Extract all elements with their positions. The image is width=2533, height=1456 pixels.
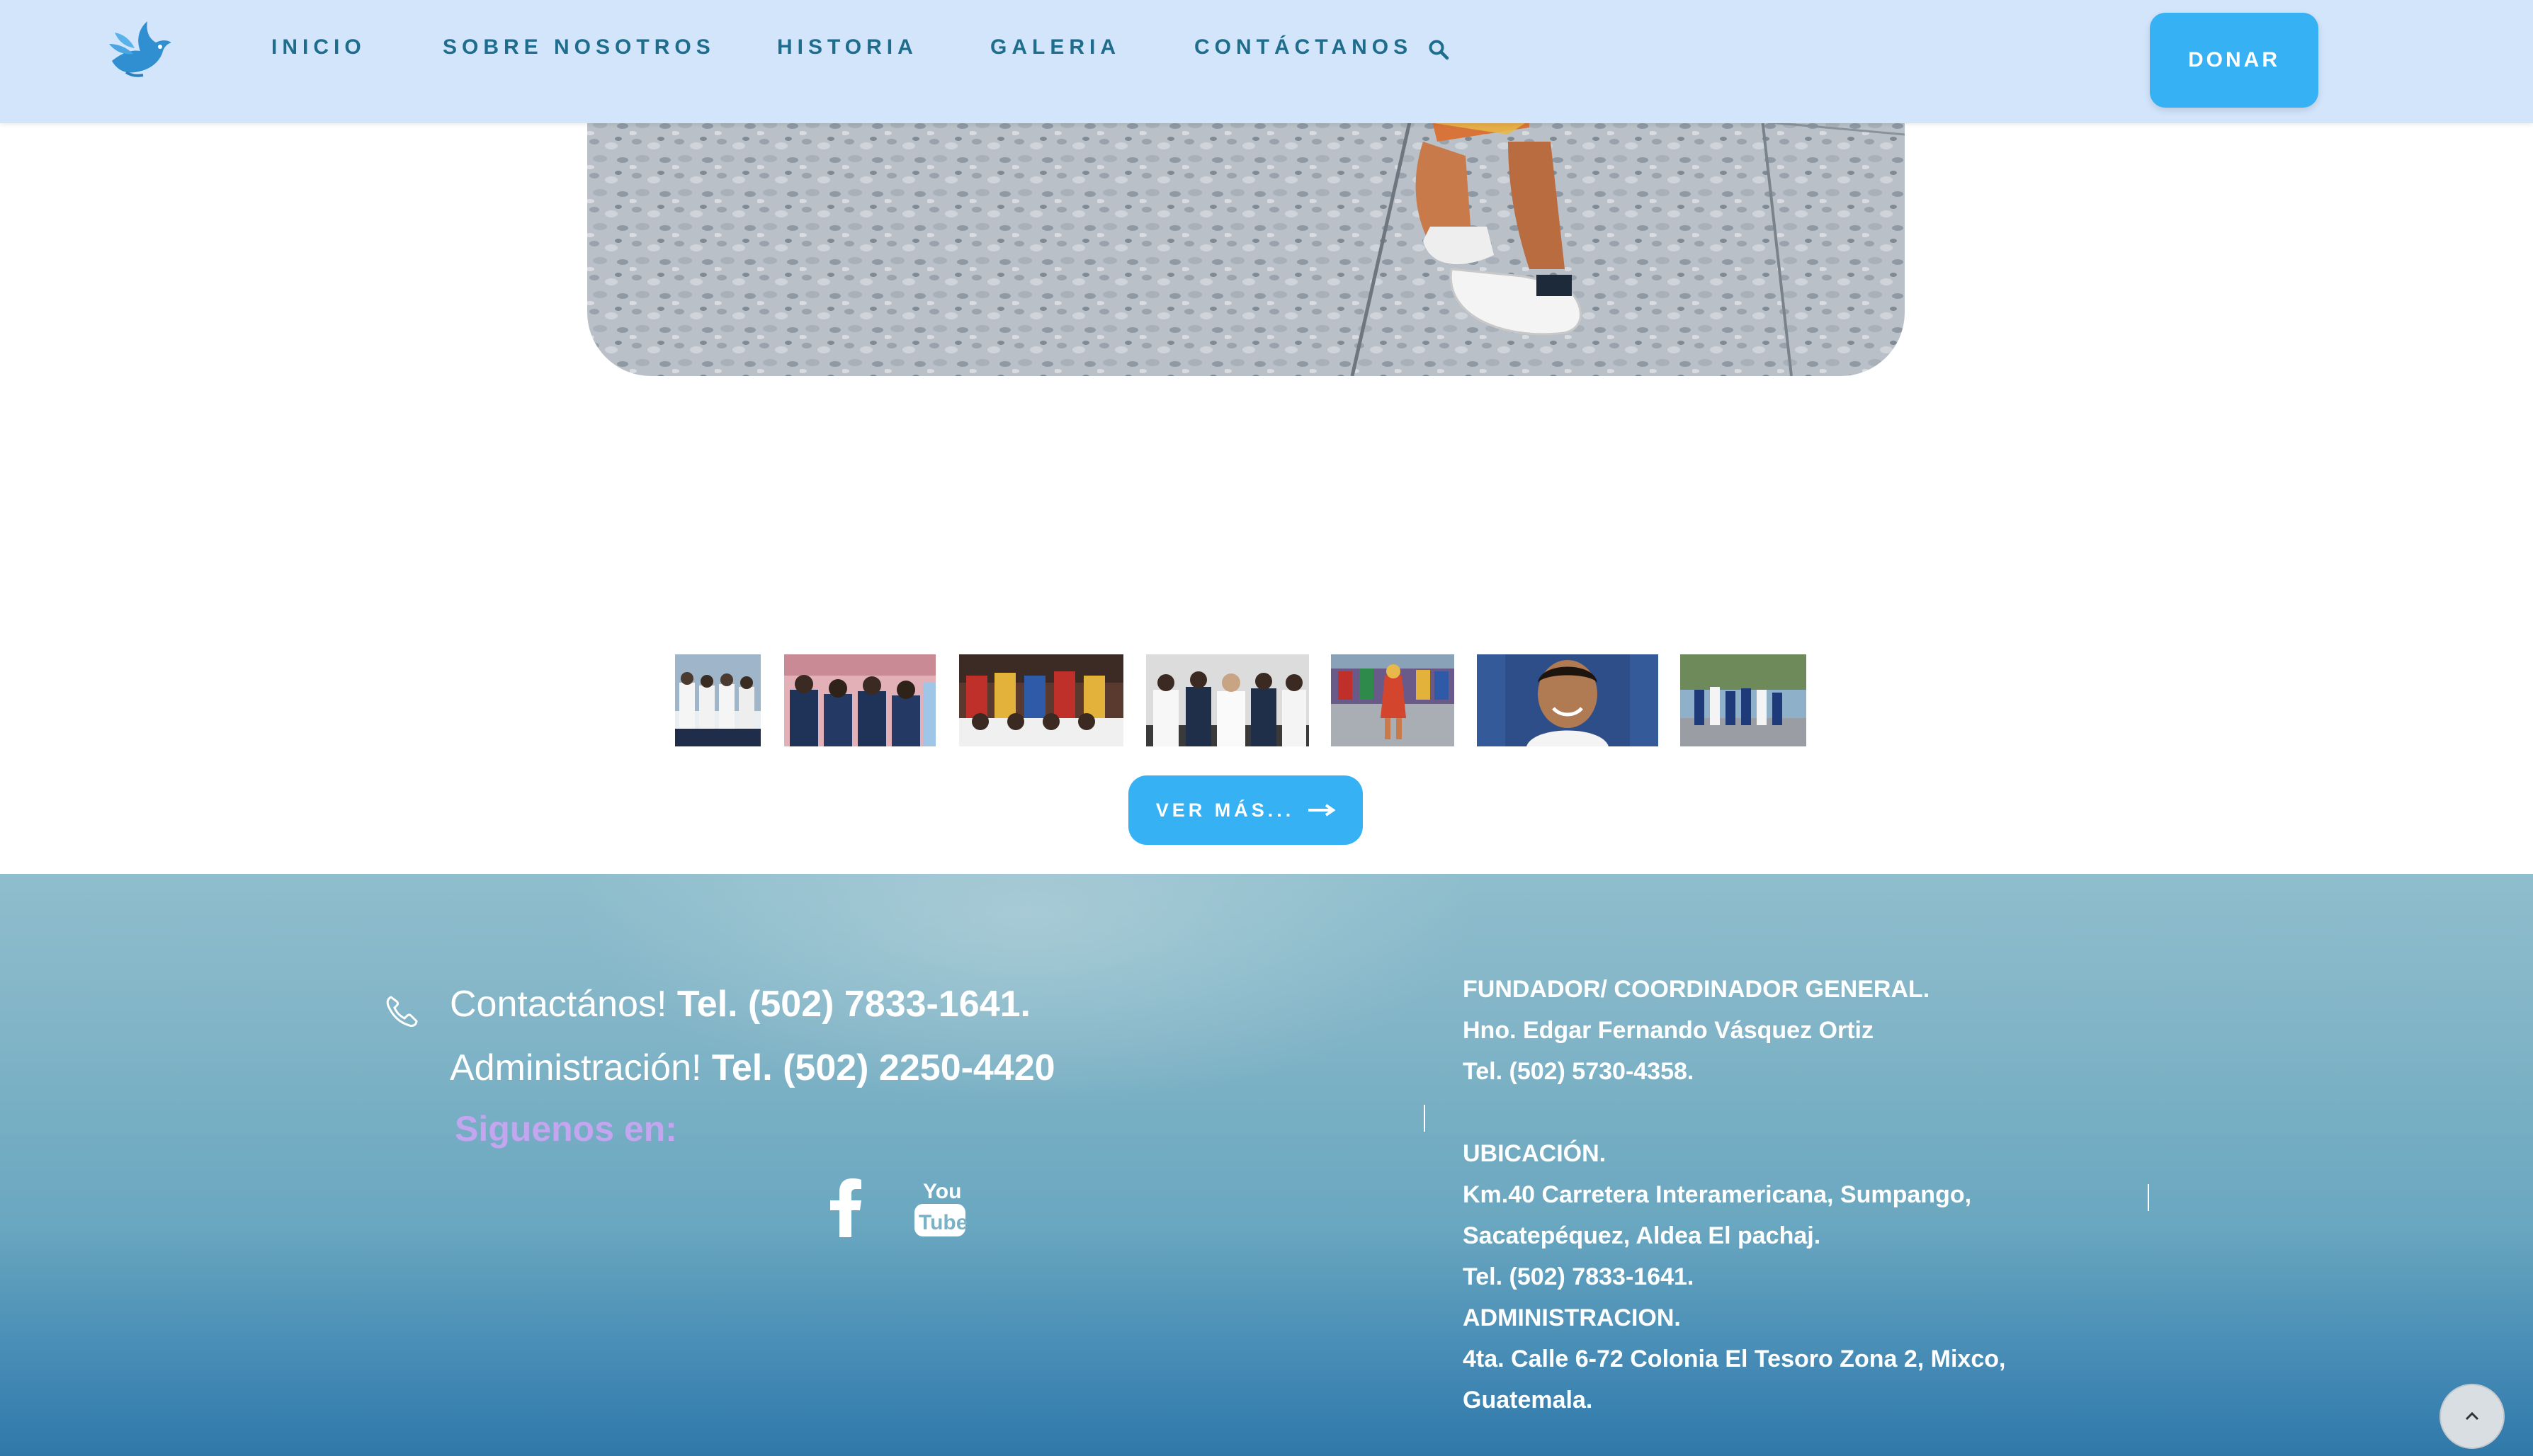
admin-phone: Tel. (502) 2250-4420 — [711, 1047, 1055, 1088]
contact-phone: Tel. (502) 7833-1641. — [676, 984, 1031, 1025]
contact-phone-line: Contactános! Tel. (502) 7833-1641. — [450, 983, 1031, 1025]
founder-name: Hno. Edgar Fernando Vásquez Ortiz — [1463, 1017, 1874, 1044]
youtube-icon[interactable]: You Tube — [912, 1176, 968, 1239]
gallery-thumb-1[interactable] — [675, 654, 761, 746]
footer-info-block: FUNDADOR/ COORDINADOR GENERAL. Hno. Edga… — [1463, 969, 2005, 1421]
admin-prefix: Administración! — [450, 1047, 702, 1088]
see-more-label: VER MÁS... — [1155, 799, 1295, 821]
gallery-thumb-6[interactable] — [1477, 654, 1658, 746]
gallery-thumb-2[interactable] — [784, 654, 936, 746]
svg-text:You: You — [923, 1180, 961, 1203]
founder-phone: Tel. (502) 5730-4358. — [1463, 1058, 1694, 1085]
gallery-thumb-7[interactable] — [1680, 654, 1806, 746]
location-title: UBICACIÓN. — [1463, 1140, 1606, 1167]
nav-item-inicio[interactable]: INICIO — [271, 35, 366, 59]
gallery-thumb-4[interactable] — [1146, 654, 1309, 746]
nav-item-sobre-nosotros[interactable]: SOBRE NOSOTROS — [443, 35, 715, 59]
donate-button[interactable]: DONAR — [2150, 13, 2318, 108]
divider-line — [2148, 1184, 2149, 1211]
follow-us-label: Siguenos en: — [455, 1109, 677, 1149]
gallery-thumb-3[interactable] — [959, 654, 1123, 746]
admin-address-1: 4ta. Calle 6-72 Colonia El Tesoro Zona 2… — [1463, 1346, 2006, 1372]
admin-address-2: Guatemala. — [1463, 1387, 1593, 1414]
divider-line — [1424, 1105, 1425, 1132]
nav-item-historia[interactable]: HISTORIA — [777, 35, 918, 59]
chevron-up-icon — [2465, 1411, 2479, 1421]
founder-title: FUNDADOR/ COORDINADOR GENERAL. — [1463, 976, 1930, 1003]
facebook-icon[interactable] — [827, 1178, 864, 1237]
search-icon[interactable] — [1428, 39, 1449, 60]
site-header: INICIO SOBRE NOSOTROS HISTORIA GALERIA C… — [0, 0, 2533, 123]
gallery-thumb-5[interactable] — [1331, 654, 1454, 746]
dove-logo-icon[interactable] — [105, 18, 173, 79]
nav-item-galeria[interactable]: GALERIA — [990, 35, 1121, 59]
location-phone: Tel. (502) 7833-1641. — [1463, 1263, 1694, 1290]
nav-item-contactanos[interactable]: CONTÁCTANOS — [1194, 35, 1412, 59]
admin-title: ADMINISTRACION. — [1463, 1304, 1681, 1331]
scroll-to-top-button[interactable] — [2440, 1384, 2505, 1449]
admin-phone-line: Administración! Tel. (502) 2250-4420 — [450, 1047, 1055, 1089]
see-more-button[interactable]: VER MÁS... — [1128, 775, 1363, 845]
contact-prefix: Contactános! — [450, 984, 667, 1025]
location-address-2: Sacatepéquez, Aldea El pachaj. — [1463, 1222, 1821, 1249]
site-footer — [0, 874, 2533, 1456]
phone-icon — [386, 996, 418, 1027]
location-address-1: Km.40 Carretera Interamericana, Sumpango… — [1463, 1181, 1972, 1208]
svg-text:Tube: Tube — [919, 1211, 968, 1234]
arrow-right-icon — [1308, 804, 1336, 817]
